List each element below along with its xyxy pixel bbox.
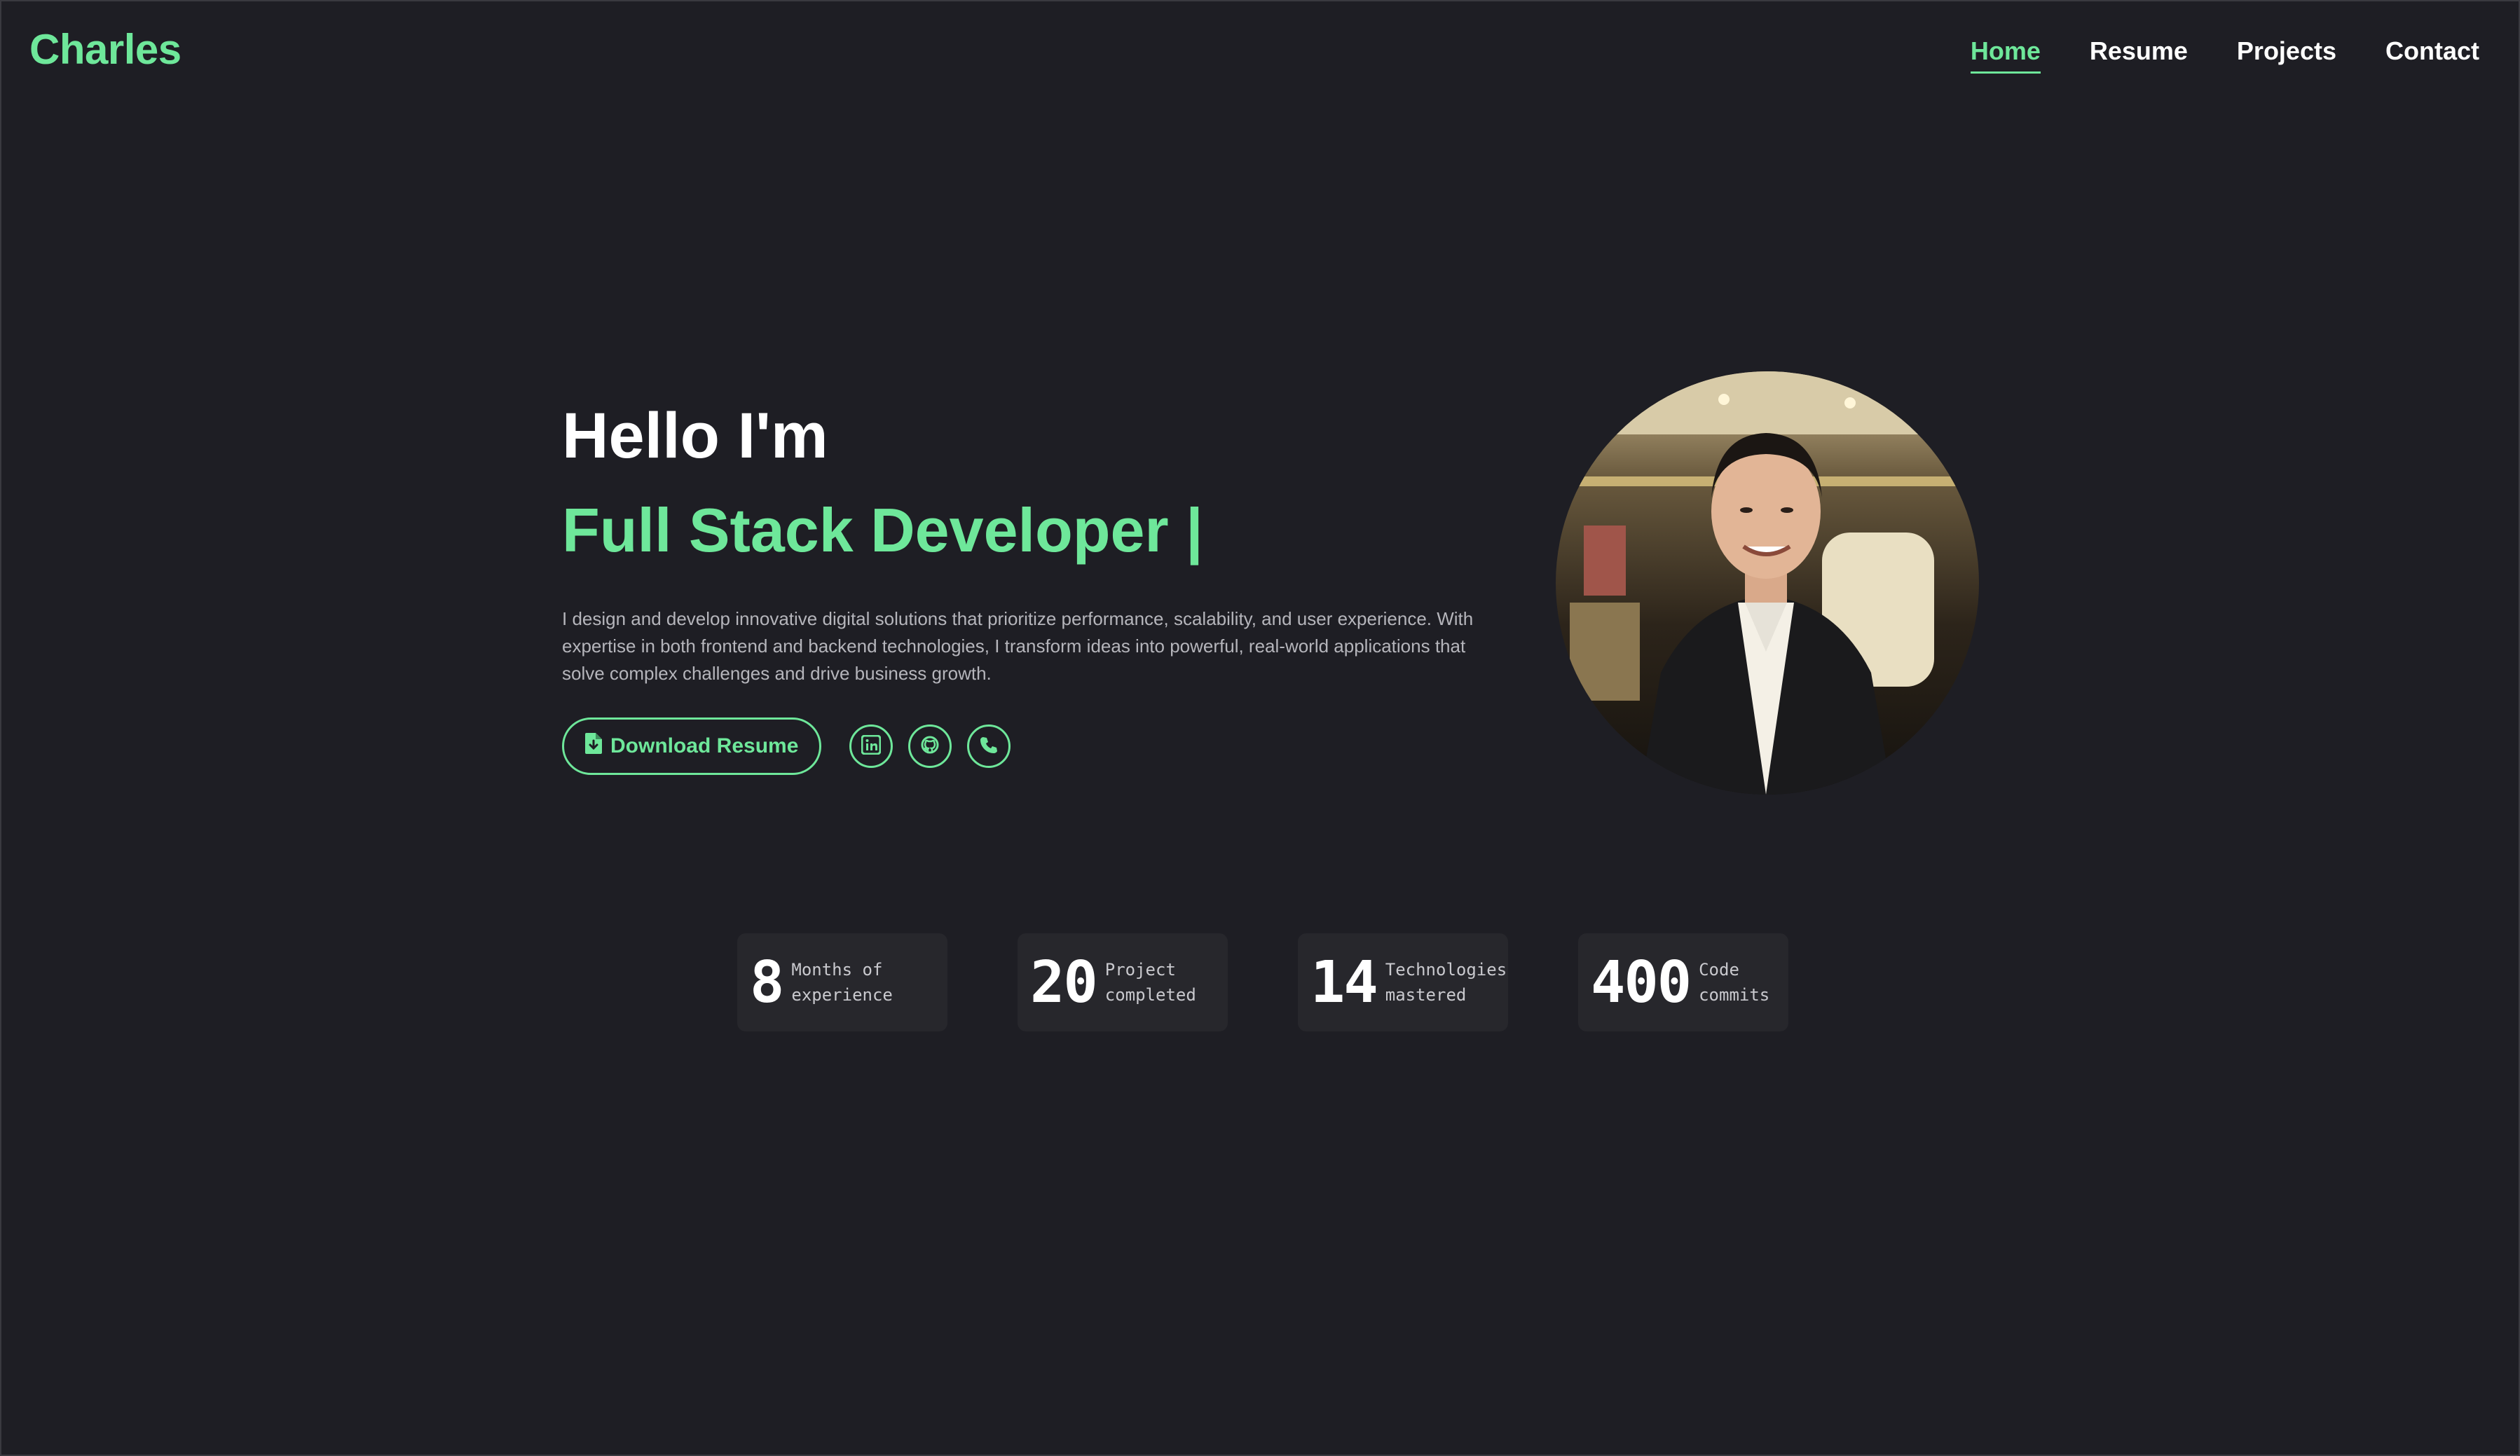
stat-number: 400 (1591, 949, 1692, 1016)
hero-role: Full Stack Developer | (562, 495, 1203, 565)
stat-number: 20 (1030, 949, 1098, 1016)
hero-greeting: Hello I'm (562, 400, 828, 472)
social-links (849, 724, 1011, 768)
profile-photo (1556, 371, 1979, 795)
stat-number: 14 (1310, 949, 1378, 1016)
nav-contact[interactable]: Contact (2385, 36, 2479, 74)
github-link[interactable] (908, 724, 952, 768)
page: Charles Home Resume Projects Contact Hel… (0, 0, 2520, 1456)
file-download-icon (585, 733, 602, 760)
stat-label: Code commits (1699, 960, 1770, 1005)
stat-label: Project completed (1104, 960, 1196, 1005)
stat-card: 20 Project completed (1018, 933, 1228, 1031)
linkedin-icon (861, 734, 882, 758)
stat-label: Months of experience (791, 960, 893, 1005)
main-nav: Home Resume Projects Contact (1970, 36, 2479, 74)
stat-card: 14 Technologies mastered (1298, 933, 1508, 1031)
linkedin-link[interactable] (849, 724, 893, 768)
site-logo[interactable]: Charles (29, 25, 182, 74)
stat-card: 8 Months of experience (737, 933, 947, 1031)
stat-card: 400 Code commits (1578, 933, 1788, 1031)
stat-label: Technologies mastered (1385, 960, 1507, 1005)
hero-description: I design and develop innovative digital … (562, 608, 1474, 684)
nav-home[interactable]: Home (1970, 36, 2041, 74)
github-icon (920, 735, 940, 758)
phone-icon (979, 735, 999, 758)
stats-row: 8 Months of experience 20 Project comple… (737, 933, 1788, 1031)
download-resume-button[interactable]: Download Resume (562, 717, 822, 775)
nav-resume[interactable]: Resume (2090, 36, 2188, 74)
hero-actions: Download Resume (562, 717, 1011, 775)
nav-projects[interactable]: Projects (2237, 36, 2336, 74)
download-resume-label: Download Resume (610, 734, 799, 757)
stat-number: 8 (750, 949, 784, 1016)
phone-link[interactable] (967, 724, 1011, 768)
